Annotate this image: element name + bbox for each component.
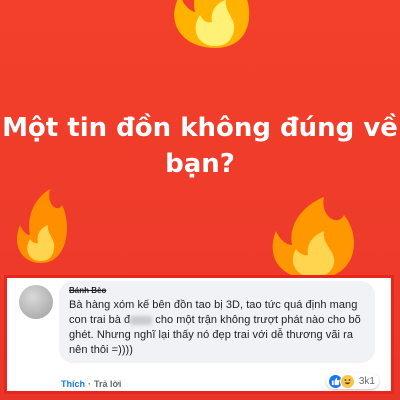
headline: Một tin đồn không đúng về bạn? bbox=[0, 110, 400, 182]
blurred-text bbox=[130, 315, 153, 325]
reply-action[interactable]: Trả lời bbox=[94, 379, 121, 389]
comment-bubble: Bánh Bèo Bà hàng xóm kế bên đồn tao bị 3… bbox=[59, 281, 375, 363]
flame-icon bbox=[16, 189, 68, 263]
flame-icon bbox=[174, 0, 250, 48]
comment-author[interactable]: Bánh Bèo bbox=[69, 286, 365, 296]
avatar[interactable] bbox=[19, 285, 53, 319]
separator: · bbox=[88, 379, 91, 389]
haha-icon bbox=[339, 373, 355, 389]
headline-line-2: bạn? bbox=[165, 149, 235, 179]
poster: Một tin đồn không đúng về bạn? bbox=[0, 0, 400, 275]
reaction-count: 3k1 bbox=[358, 375, 375, 387]
comment-body: Bà hàng xóm kế bên đồn tao bị 3D, tao tứ… bbox=[69, 298, 365, 358]
reaction-summary[interactable]: 3k1 bbox=[325, 373, 379, 389]
like-action[interactable]: Thích bbox=[61, 379, 85, 389]
headline-line-1: Một tin đồn không đúng về bbox=[2, 113, 398, 143]
comment-card: Bánh Bèo Bà hàng xóm kế bên đồn tao bị 3… bbox=[4, 275, 394, 394]
flame-icon bbox=[272, 197, 354, 275]
comment-actions: Thích · Trả lời bbox=[61, 379, 121, 389]
